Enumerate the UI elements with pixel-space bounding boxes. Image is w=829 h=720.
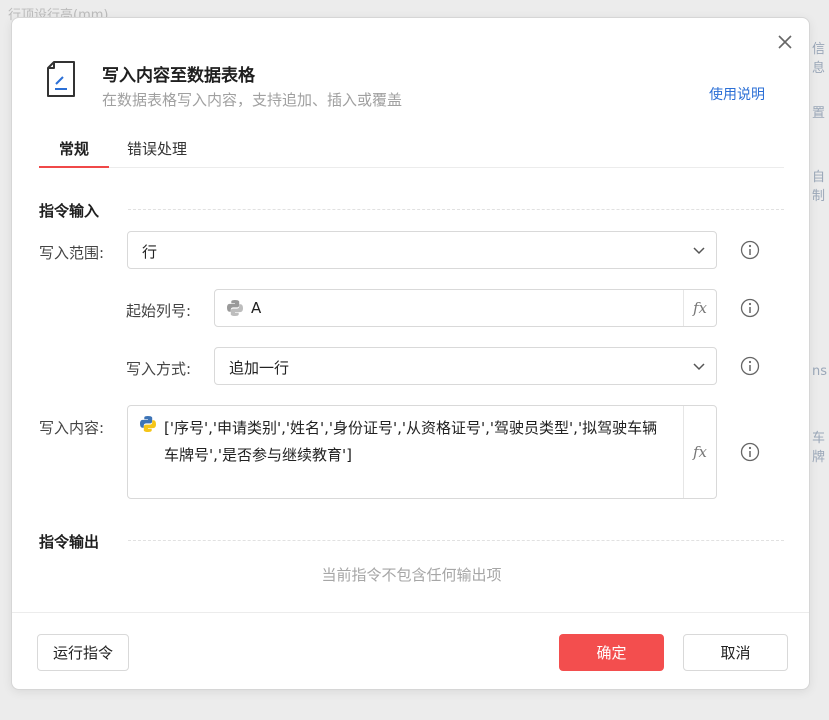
background-hint: 置: [812, 106, 826, 121]
background-hint: 信息: [812, 42, 826, 76]
fx-button[interactable]: fx: [683, 290, 716, 326]
write-content-textarea[interactable]: ['序号','申请类别','姓名','身份证号','从资格证号','驾驶员类型'…: [127, 405, 717, 499]
confirm-button[interactable]: 确定: [559, 634, 664, 671]
help-link[interactable]: 使用说明: [709, 84, 765, 104]
start-column-label: 起始列号:: [126, 302, 192, 320]
output-empty-text: 当前指令不包含任何输出项: [321, 566, 502, 584]
info-icon[interactable]: [740, 298, 760, 318]
write-range-select[interactable]: 行: [127, 231, 717, 269]
start-column-input[interactable]: A fx: [214, 289, 717, 327]
background-hint: 车牌: [812, 431, 826, 465]
dialog-title: 写入内容至数据表格: [102, 66, 255, 86]
info-icon[interactable]: [740, 356, 760, 376]
start-column-value: A: [251, 299, 262, 317]
tab-bar: 常规 错误处理: [39, 138, 784, 168]
write-range-label: 写入范围:: [39, 244, 105, 262]
fx-button[interactable]: fx: [683, 406, 716, 498]
write-range-value: 行: [142, 243, 158, 261]
info-icon[interactable]: [740, 240, 760, 260]
footer-divider: [12, 612, 809, 613]
write-mode-label: 写入方式:: [126, 360, 192, 378]
document-edit-icon: [47, 61, 75, 97]
input-section-title: 指令输入: [39, 202, 100, 220]
cancel-button[interactable]: 取消: [683, 634, 788, 671]
run-command-button[interactable]: 运行指令: [37, 634, 129, 671]
dialog-subtitle: 在数据表格写入内容，支持追加、插入或覆盖: [102, 91, 403, 109]
write-content-label: 写入内容:: [39, 419, 105, 437]
tab-error-handling[interactable]: 错误处理: [127, 138, 187, 167]
info-icon[interactable]: [740, 442, 760, 462]
output-section-title: 指令输出: [39, 533, 100, 551]
tab-general[interactable]: 常规: [39, 138, 109, 168]
write-table-dialog: 写入内容至数据表格 在数据表格写入内容，支持追加、插入或覆盖 使用说明 常规 错…: [11, 17, 810, 690]
python-icon: [227, 300, 243, 316]
close-icon[interactable]: [775, 32, 795, 52]
write-mode-select[interactable]: 追加一行: [214, 347, 717, 385]
section-divider: [128, 209, 784, 210]
chevron-down-icon: [693, 363, 705, 371]
write-mode-value: 追加一行: [229, 359, 290, 377]
write-content-value: ['序号','申请类别','姓名','身份证号','从资格证号','驾驶员类型'…: [164, 419, 658, 464]
python-icon: [140, 416, 156, 432]
section-divider: [128, 540, 784, 541]
background-hint: 自制: [812, 170, 826, 204]
background-hint: ns: [812, 364, 828, 379]
chevron-down-icon: [693, 247, 705, 255]
